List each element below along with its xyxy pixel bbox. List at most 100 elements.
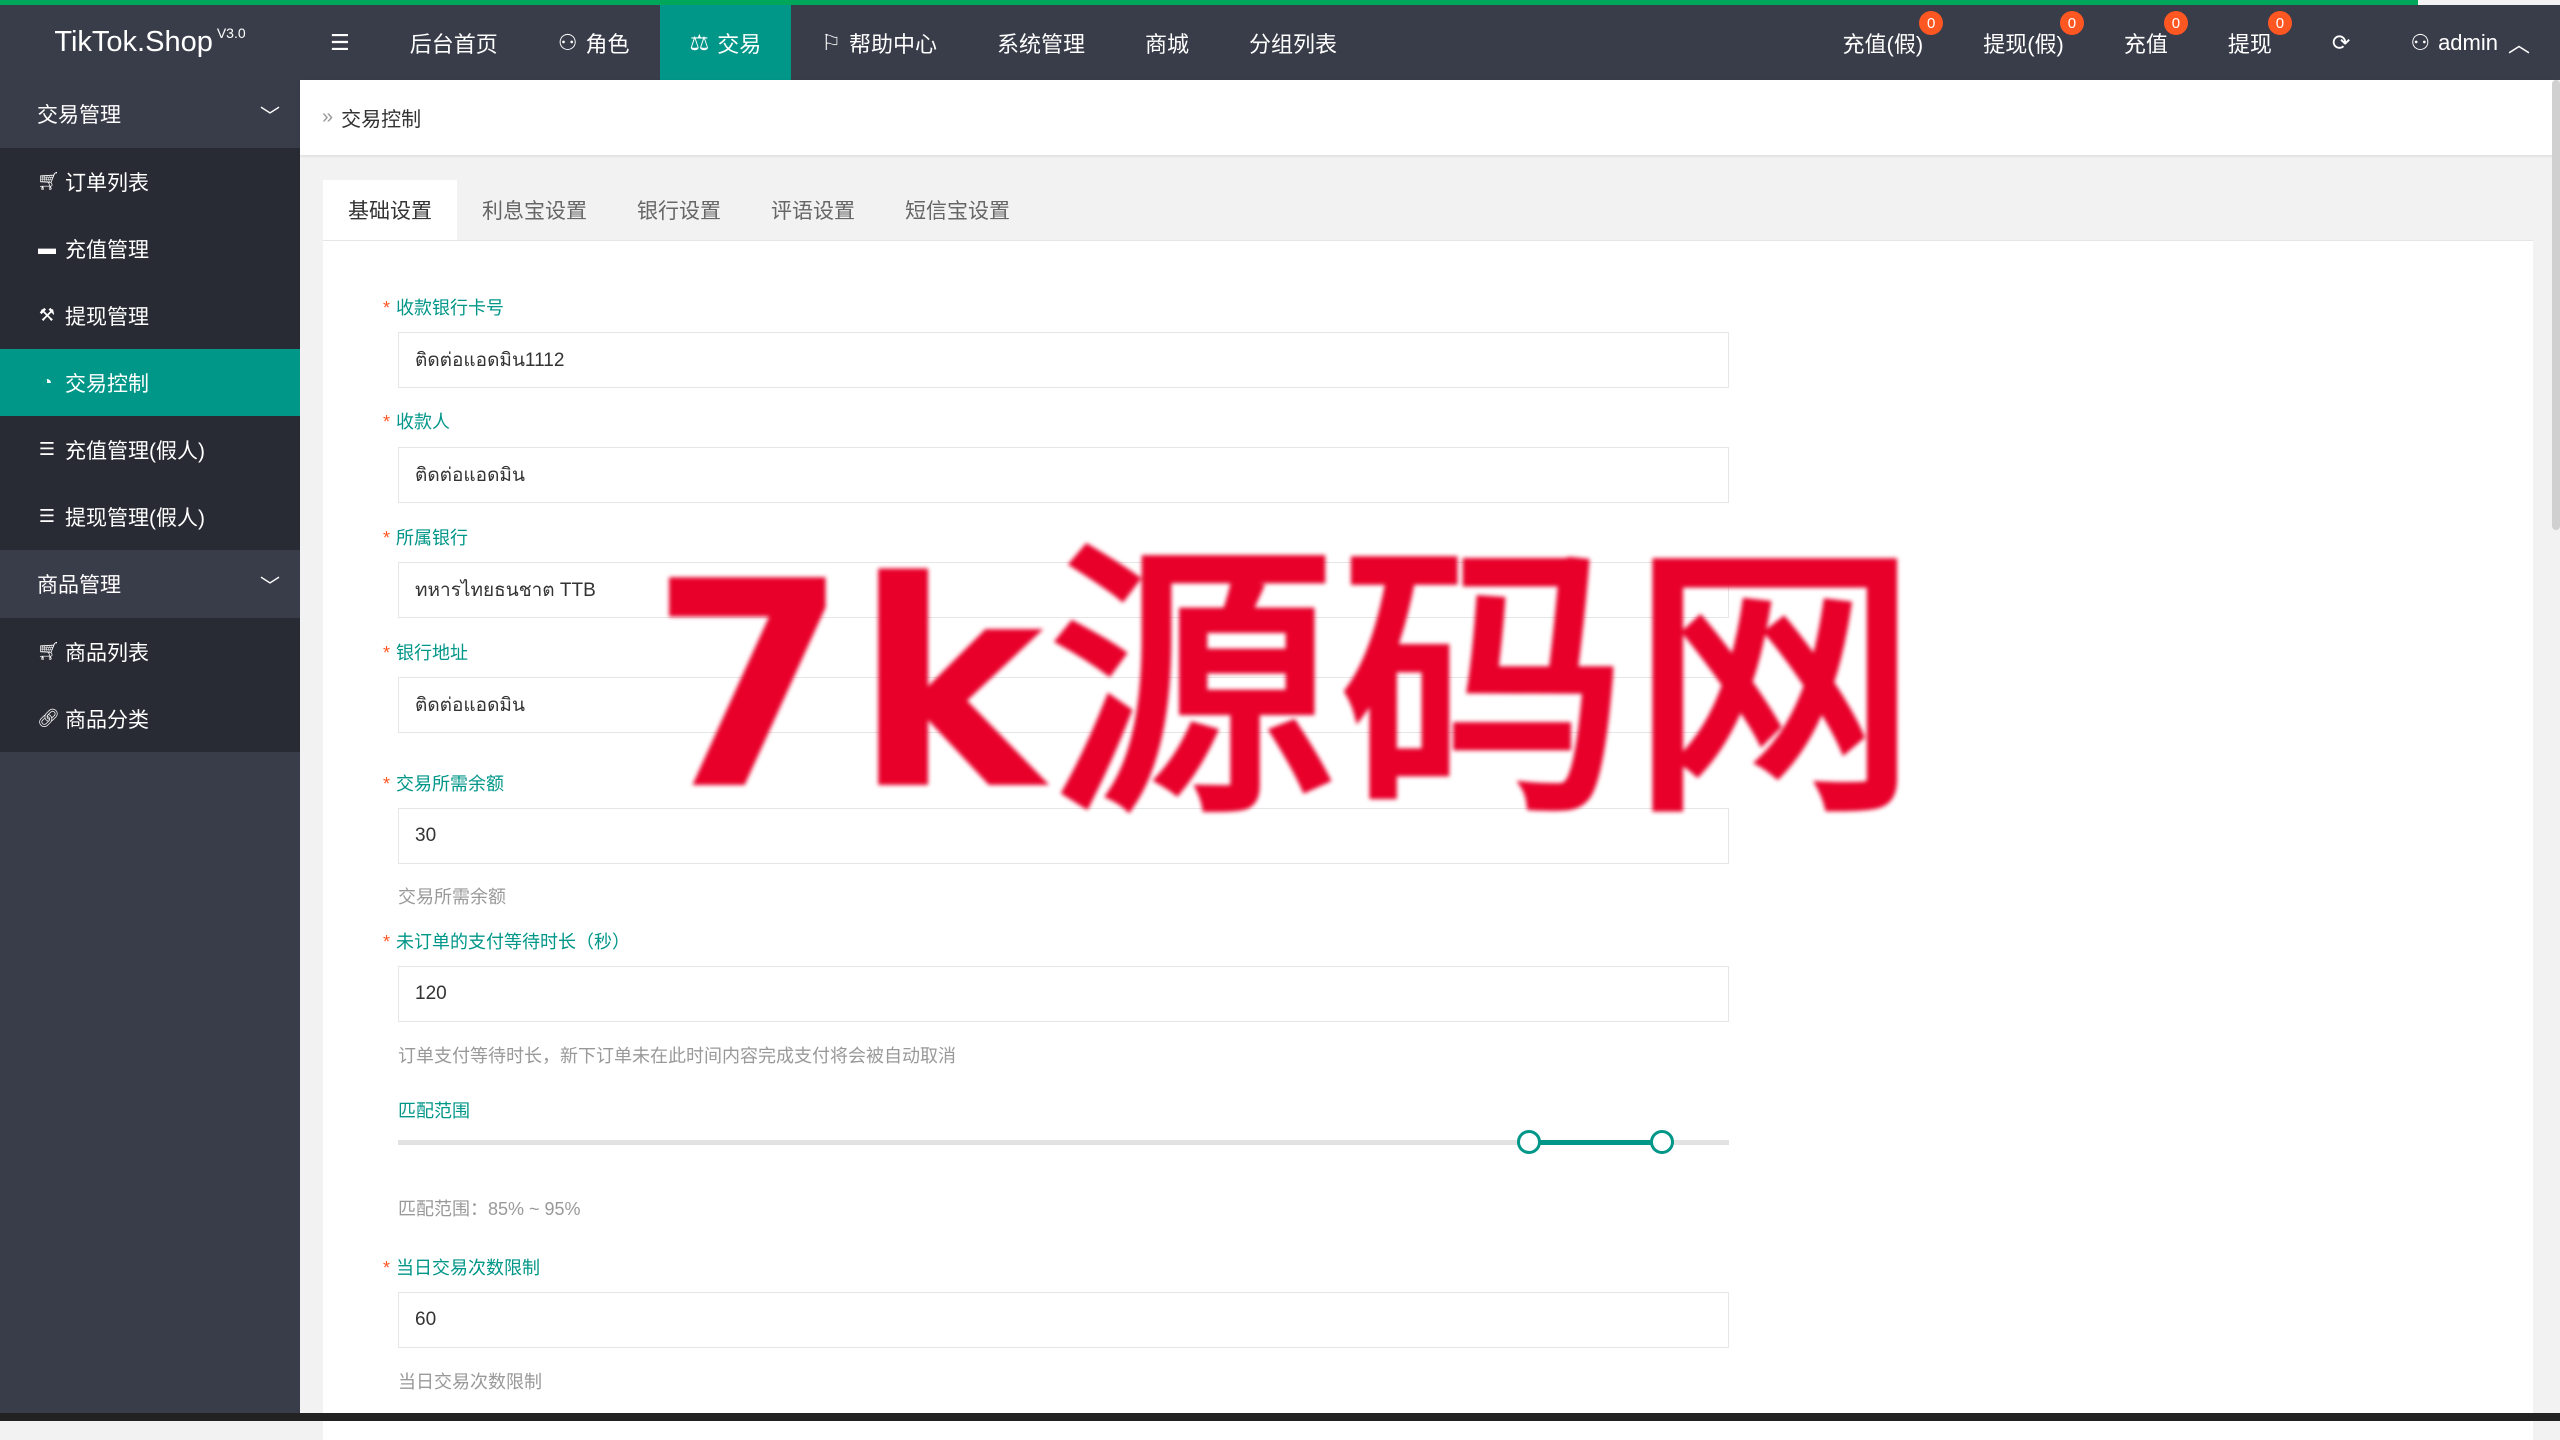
sidebar-submenu-trade: 🛒︎ 订单列表 ▬ 充值管理 ⚒ 提现管理 ◔ 交易控制 ☰ 充值管理(假人) ☰ 提现管理… [0,148,300,550]
gavel-icon: ⚒ [38,305,56,325]
required-marker: * [383,298,391,318]
breadcrumb-current: 交易控制 [341,109,422,131]
sidebar-item-withdraw[interactable]: ⚒ 提现管理 [0,282,300,349]
slider-max-handle[interactable] [1650,1130,1675,1154]
slider-range-bar [1529,1140,1663,1145]
nav-item-role[interactable]: ⚇ 角色 [528,5,660,80]
nav-label: 后台首页 [409,31,498,57]
tab-sms[interactable]: 短信宝设置 [880,180,1035,240]
nav-label: 交易 [717,31,762,57]
sidebar-item-recharge[interactable]: ▬ 充值管理 [0,215,300,282]
withdraw-link[interactable]: 提现 0 [2198,5,2302,80]
settings-tabs: 基础设置 利息宝设置 银行设置 评语设置 短信宝设置 [323,180,2533,241]
menu-toggle-button[interactable]: ☰ [300,5,380,80]
label-text: 收款银行卡号 [396,298,505,318]
tab-comments[interactable]: 评语设置 [746,180,880,240]
required-marker: * [383,528,391,548]
breadcrumb: » 交易控制 [300,80,2555,155]
nav-label: 系统管理 [997,31,1086,57]
bottom-strip [0,1413,2560,1421]
right-nav: 充值(假) 0 提现(假) 0 充值 0 提现 0 ⟳ ⚇ admin ︿ [1813,5,2560,80]
match-range-slider[interactable] [398,1130,1729,1154]
nav-item-groups[interactable]: 分组列表 [1219,5,1367,80]
list-icon: ☰ [38,506,56,526]
bank-card-input[interactable]: ติดต่อแอดมิน1112 [398,332,1729,388]
breadcrumb-separator-icon: » [322,106,334,128]
wait-time-hint: 订单支付等待时长，新下订单未在此时间内容完成支付将会被自动取消 [398,1046,956,1066]
label-text: 收款人 [396,412,451,432]
version-label: V3.0 [216,24,246,41]
notification-badge: 0 [2267,11,2292,35]
username: admin [2438,29,2498,55]
item-label: 商品分类 [65,708,149,732]
sidebar-group-products[interactable]: 商品管理 ﹀ [0,550,300,618]
item-label: 充值管理(假人) [65,439,205,463]
cart-icon: 🛒︎ [37,171,60,191]
link-icon: 🔗︎ [37,708,60,728]
tab-basic[interactable]: 基础设置 [323,180,457,240]
balance-label: * 交易所需余额 [383,770,504,796]
nav-label: 帮助中心 [848,31,937,57]
sidebar-item-fake-withdraw[interactable]: ☰ 提现管理(假人) [0,483,300,550]
item-label: 订单列表 [65,171,149,195]
sidebar-submenu-products: 🛒︎ 商品列表 🔗︎ 商品分类 [0,618,300,752]
fake-recharge-link[interactable]: 充值(假) 0 [1813,5,1954,80]
fake-withdraw-link[interactable]: 提现(假) 0 [1953,5,2094,80]
sidebar-item-product-list[interactable]: 🛒︎ 商品列表 [0,618,300,685]
range-hint: 匹配范围：85% ~ 95% [398,1199,581,1219]
user-menu[interactable]: ⚇ admin ︿ [2380,5,2560,80]
nav-label: 角色 [585,31,630,57]
nav-item-home[interactable]: 后台首页 [380,5,528,80]
app-logo[interactable]: TikTok.Shop V3.0 [0,5,300,80]
required-marker: * [383,1258,391,1278]
sidebar-item-fake-recharge[interactable]: ☰ 充值管理(假人) [0,416,300,483]
wait-time-label: * 未订单的支付等待时长（秒） [383,928,630,954]
nav-item-help[interactable]: ⚐ 帮助中心 [791,5,967,80]
payee-input[interactable]: ติดต่อแอดมิน [398,447,1729,503]
required-marker: * [383,643,391,663]
list-icon: ☰ [38,439,56,459]
wait-time-input[interactable]: 120 [398,966,1729,1022]
notification-badge: 0 [2163,11,2188,35]
nav-item-trade[interactable]: ⚖ 交易 [659,5,792,80]
recharge-link[interactable]: 充值 0 [2094,5,2198,80]
required-marker: * [383,412,391,432]
sidebar-item-orders[interactable]: 🛒︎ 订单列表 [0,148,300,215]
sidebar-item-product-category[interactable]: 🔗︎ 商品分类 [0,685,300,752]
nav-item-system[interactable]: 系统管理 [967,5,1115,80]
label-text: 当日交易次数限制 [396,1258,541,1278]
rnav-label: 提现(假) [1983,31,2064,57]
bank-address-label: * 银行地址 [383,639,468,665]
sidebar-group-trade[interactable]: 交易管理 ﹀ [0,80,300,148]
balance-hint: 交易所需余额 [398,887,506,907]
page-scrollbar[interactable] [2552,80,2560,530]
tab-interest[interactable]: 利息宝设置 [457,180,612,240]
rnav-label: 充值(假) [1842,31,1924,57]
logo-text: TikTok.Shop [54,26,213,58]
bank-card-label: * 收款银行卡号 [383,294,504,320]
top-navbar: TikTok.Shop V3.0 ☰ 后台首页 ⚇ 角色 ⚖ 交易 ⚐ 帮助中心 系统管… [0,5,2560,80]
nav-label: 商城 [1145,31,1190,57]
refresh-button[interactable]: ⟳ [2302,5,2380,80]
screen-icon: ▬ [38,238,56,258]
daily-limit-input[interactable]: 60 [398,1292,1729,1348]
range-label: 匹配范围 [398,1101,470,1121]
chevron-down-icon: ﹀ [260,575,280,598]
sidebar-item-trade-control[interactable]: ◔ 交易控制 [0,349,300,416]
user-icon: ⚇ [2410,29,2431,55]
flag-icon: ⚐ [821,29,841,55]
rnav-label: 充值 [2123,31,2168,57]
chevron-up-icon: ︿ [2507,31,2530,57]
refresh-icon: ⟳ [2331,29,2351,55]
notification-badge: 0 [2059,11,2084,35]
tab-bank[interactable]: 银行设置 [612,180,746,240]
chevron-down-icon: ﹀ [260,105,280,128]
sidebar: 交易管理 ﹀ 🛒︎ 订单列表 ▬ 充值管理 ⚒ 提现管理 ◔ 交易控制 ☰ 充值管理(假人)… [0,80,300,1421]
slider-min-handle[interactable] [1517,1130,1542,1154]
item-label: 充值管理 [65,238,149,262]
nav-item-mall[interactable]: 商城 [1115,5,1219,80]
nav-label: 分组列表 [1249,31,1338,57]
cart-icon: 🛒︎ [37,641,60,661]
bank-label: * 所属银行 [383,524,468,550]
label-text: 交易所需余额 [396,774,505,794]
